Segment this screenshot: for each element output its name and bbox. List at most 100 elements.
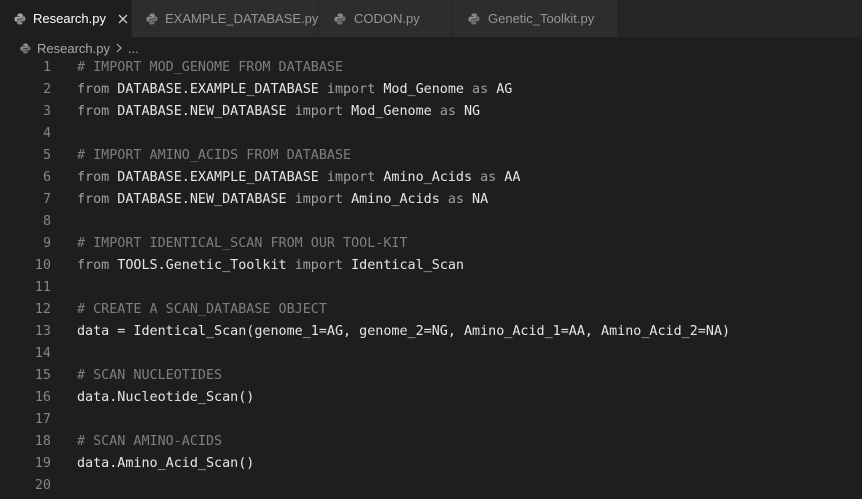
code-keyword: from [77,170,110,185]
code-comment: # SCAN AMINO-ACIDS [77,434,223,449]
code-token: DATABASE.NEW_DATABASE [109,104,295,119]
code-keyword: import [294,104,344,119]
code-comment: # IMPORT MOD_GENOME FROM DATABASE [77,60,344,75]
line-number: 11 [34,280,51,295]
code-comment: # IMPORT IDENTICAL_SCAN FROM OUR TOOL-KI… [77,236,408,251]
python-file-icon [14,12,26,26]
code-token: AA [496,170,521,185]
code-keyword: import [294,258,344,273]
code-keyword: import [294,192,344,207]
close-icon[interactable] [118,10,128,28]
code-line[interactable]: 10 from TOOLS.Genetic_Toolkit import Iden… [0,255,862,277]
code-keyword: from [77,192,110,207]
code-line[interactable]: 6 from DATABASE.EXAMPLE_DATABASE import A… [0,167,862,189]
breadcrumb: Research.py ... [0,37,862,59]
code-text: # SCAN AMINO-ACIDS [77,431,222,453]
tab-label: EXAMPLE_DATABASE.py [165,11,319,26]
code-text: # IMPORT IDENTICAL_SCAN FROM OUR TOOL-KI… [77,233,408,255]
code-line[interactable]: 15 # SCAN NUCLEOTIDES [0,365,862,387]
code-comment: # IMPORT AMINO_ACIDS FROM DATABASE [77,148,352,163]
tab-example-database[interactable]: EXAMPLE_DATABASE.py [132,0,319,37]
line-number: 6 [42,170,51,185]
code-token: Identical_Scan [343,258,464,273]
tab-research[interactable]: Research.py [0,0,132,37]
code-editor[interactable]: 1 # IMPORT MOD_GENOME FROM DATABASE 2 from … [0,57,862,499]
line-number: 19 [34,456,51,471]
code-token: data.Nucleotide_Scan() [77,390,255,405]
line-number: 3 [42,104,51,119]
line-number: 13 [34,324,51,339]
code-line[interactable]: 13 data = Identical_Scan(genome_1=AG, gen… [0,321,862,343]
code-text: from TOOLS.Genetic_Toolkit import Identi… [77,255,464,277]
code-keyword: as [472,82,489,97]
line-number: 8 [42,214,51,229]
tab-genetic-toolkit[interactable]: Genetic_Toolkit.py [453,0,618,37]
line-number: 1 [42,60,51,75]
tab-label: Genetic_Toolkit.py [488,11,595,26]
breadcrumb-file[interactable]: Research.py [37,41,110,56]
line-number: 10 [34,258,51,273]
python-file-icon [333,12,347,26]
code-text: from DATABASE.NEW_DATABASE import Mod_Ge… [77,101,480,123]
code-keyword: from [77,258,110,273]
tab-bar: Research.py EXAMPLE_DATABASE.py CODON.py… [0,0,862,37]
code-token: Amino_Acids [343,192,448,207]
code-text: from DATABASE.EXAMPLE_DATABASE import Am… [77,167,520,189]
code-line[interactable]: 16 data.Nucleotide_Scan() [0,387,862,409]
line-number: 9 [42,236,51,251]
code-token: Amino_Acids [375,170,481,185]
code-line[interactable]: 9 # IMPORT IDENTICAL_SCAN FROM OUR TOOL-K… [0,233,862,255]
breadcrumb-symbols[interactable]: ... [128,41,139,56]
line-number: 2 [42,82,51,97]
line-number: 15 [34,368,51,383]
line-number: 14 [34,346,51,361]
line-number: 4 [42,126,51,141]
code-line[interactable]: 1 # IMPORT MOD_GENOME FROM DATABASE [0,57,862,79]
code-token: data = Identical_Scan(genome_1=AG, genom… [77,324,731,339]
code-line[interactable]: 5 # IMPORT AMINO_ACIDS FROM DATABASE [0,145,862,167]
code-token: Mod_Genome [375,82,473,97]
code-text: # CREATE A SCAN_DATABASE OBJECT [77,299,327,321]
code-token: data.Amino_Acid_Scan() [77,456,255,471]
code-token: AG [488,82,513,97]
code-line[interactable]: 12 # CREATE A SCAN_DATABASE OBJECT [0,299,862,321]
line-number: 12 [34,302,51,317]
code-line[interactable]: 18 # SCAN AMINO-ACIDS [0,431,862,453]
code-token: DATABASE.NEW_DATABASE [109,192,295,207]
code-keyword: import [326,82,376,97]
code-token: DATABASE.EXAMPLE_DATABASE [109,170,327,185]
code-token: DATABASE.EXAMPLE_DATABASE [109,82,327,97]
line-number: 16 [34,390,51,405]
line-number: 7 [42,192,51,207]
code-text: from DATABASE.NEW_DATABASE import Amino_… [77,189,488,211]
code-line[interactable]: 17 [0,409,862,431]
code-line[interactable]: 2 from DATABASE.EXAMPLE_DATABASE import M… [0,79,862,101]
tab-codon[interactable]: CODON.py [319,0,453,37]
code-line[interactable]: 19 data.Amino_Acid_Scan() [0,453,862,475]
code-line[interactable]: 7 from DATABASE.NEW_DATABASE import Amino… [0,189,862,211]
code-keyword: from [77,82,110,97]
code-text: data = Identical_Scan(genome_1=AG, genom… [77,321,730,343]
code-line[interactable]: 3 from DATABASE.NEW_DATABASE import Mod_G… [0,101,862,123]
code-token: TOOLS.Genetic_Toolkit [109,258,295,273]
code-line[interactable]: 8 [0,211,862,233]
code-comment: # SCAN NUCLEOTIDES [77,368,223,383]
code-line[interactable]: 14 [0,343,862,365]
code-text: data.Amino_Acid_Scan() [77,453,254,475]
code-comment: # CREATE A SCAN_DATABASE OBJECT [77,302,327,317]
code-text: # IMPORT MOD_GENOME FROM DATABASE [77,57,343,79]
code-text: # IMPORT AMINO_ACIDS FROM DATABASE [77,145,351,167]
line-number: 17 [34,412,51,427]
code-keyword: import [326,170,376,185]
line-number: 20 [34,478,51,493]
line-number: 5 [42,148,51,163]
code-keyword: as [447,192,464,207]
code-line[interactable]: 11 [0,277,862,299]
code-text: # SCAN NUCLEOTIDES [77,365,222,387]
tab-label: CODON.py [354,11,420,26]
code-token: NG [455,104,481,119]
code-line[interactable]: 20 [0,475,862,497]
python-file-icon [19,42,31,54]
code-line[interactable]: 4 [0,123,862,145]
code-keyword: as [480,170,497,185]
